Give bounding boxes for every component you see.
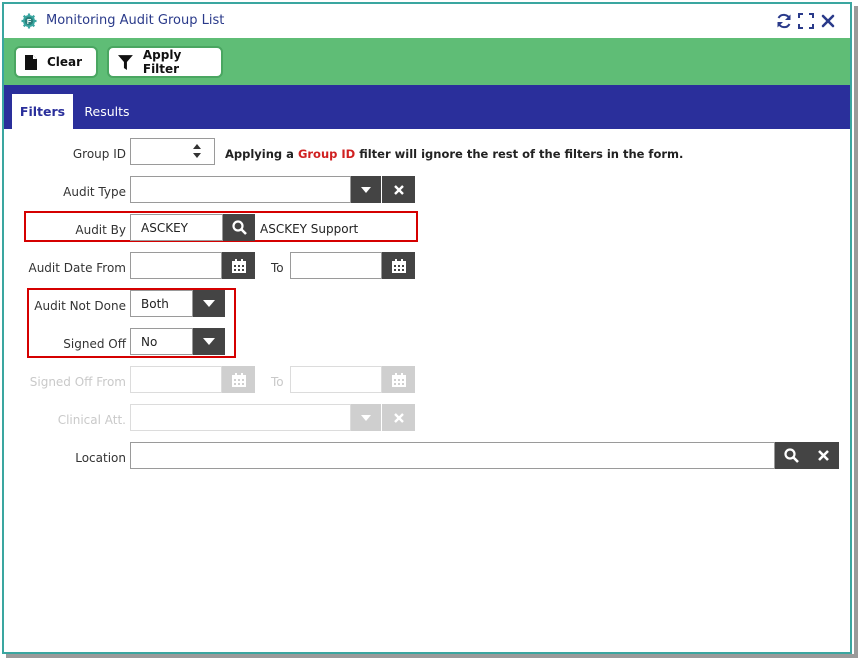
audit-by-name: ASCKEY Support [260, 222, 359, 236]
audit-date-from-calendar-button[interactable] [222, 252, 255, 279]
clinical-att-select [130, 404, 351, 431]
calendar-icon [391, 258, 406, 273]
group-id-input[interactable] [130, 138, 215, 165]
search-icon [231, 220, 247, 235]
note-prefix: Applying a [225, 147, 298, 161]
tab-bar: Filters Results [4, 85, 850, 129]
note-highlight: Group ID [297, 147, 356, 161]
signed-off-select[interactable]: No [130, 328, 193, 355]
audit-date-to-label: To [271, 261, 284, 275]
signed-off-to-calendar-button [382, 366, 415, 393]
calendar-icon [231, 258, 246, 273]
monitoring-audit-window: F Monitoring Audit Group List Clear Appl… [2, 2, 852, 654]
title-bar: F Monitoring Audit Group List [4, 4, 850, 38]
clear-x-icon [393, 412, 404, 423]
clear-x-icon [393, 184, 404, 195]
audit-not-done-dropdown-button[interactable] [193, 290, 225, 317]
signed-off-from-input [130, 366, 222, 393]
chevron-down-icon [203, 300, 215, 307]
audit-by-code-input[interactable]: ASCKEY [130, 214, 223, 241]
spinner-icon[interactable] [192, 143, 202, 163]
audit-type-dropdown-button[interactable] [351, 176, 381, 203]
clear-button-label: Clear [47, 55, 83, 69]
signed-off-to-label: To [271, 375, 284, 389]
maximize-icon[interactable] [797, 12, 815, 30]
note-suffix: filter will ignore the rest of the filte… [355, 147, 684, 161]
app-gear-icon: F [21, 13, 37, 29]
audit-not-done-label: Audit Not Done [34, 299, 126, 313]
signed-off-label: Signed Off [63, 337, 126, 351]
audit-date-from-input[interactable] [130, 252, 222, 279]
signed-off-dropdown-button[interactable] [193, 328, 225, 355]
svg-text:F: F [27, 19, 32, 26]
signed-off-to-input [290, 366, 382, 393]
audit-date-to-calendar-button[interactable] [382, 252, 415, 279]
chevron-down-icon [361, 414, 371, 421]
audit-not-done-select[interactable]: Both [130, 290, 193, 317]
clinical-att-clear-button [382, 404, 415, 431]
location-search-button[interactable] [775, 442, 807, 469]
filter-icon [118, 54, 133, 70]
calendar-icon [391, 372, 406, 387]
signed-off-from-label: Signed Off From [29, 375, 126, 389]
tab-filters[interactable]: Filters [12, 94, 73, 129]
audit-date-to-input[interactable] [290, 252, 382, 279]
tab-filters-label: Filters [19, 104, 66, 119]
location-input[interactable] [130, 442, 775, 469]
apply-filter-button[interactable]: Apply Filter [107, 46, 223, 78]
audit-type-select[interactable] [130, 176, 351, 203]
group-id-label: Group ID [72, 147, 126, 161]
location-clear-button[interactable] [807, 442, 839, 469]
tab-results-label: Results [84, 104, 130, 119]
calendar-icon [231, 372, 246, 387]
clinical-att-dropdown-button [351, 404, 381, 431]
document-icon [25, 54, 37, 70]
audit-type-label: Audit Type [63, 185, 126, 199]
chevron-down-icon [203, 338, 215, 345]
signed-off-from-calendar-button [222, 366, 255, 393]
clinical-att-label: Clinical Att. [57, 413, 126, 427]
action-toolbar: Clear Apply Filter [4, 38, 850, 85]
audit-by-label: Audit By [75, 223, 126, 237]
search-icon [783, 448, 799, 463]
audit-date-from-label: Audit Date From [28, 261, 126, 275]
refresh-icon[interactable] [775, 12, 793, 30]
window-title: Monitoring Audit Group List [46, 13, 225, 28]
location-label: Location [75, 451, 126, 465]
group-id-note: Applying a Group ID filter will ignore t… [225, 147, 683, 161]
tab-results[interactable]: Results [76, 94, 138, 129]
clear-x-icon [817, 450, 829, 461]
audit-by-search-button[interactable] [223, 214, 255, 241]
audit-type-clear-button[interactable] [382, 176, 415, 203]
chevron-down-icon [361, 186, 371, 193]
close-icon[interactable] [819, 12, 837, 30]
apply-filter-button-label: Apply Filter [142, 48, 182, 76]
clear-button[interactable]: Clear [14, 46, 98, 78]
